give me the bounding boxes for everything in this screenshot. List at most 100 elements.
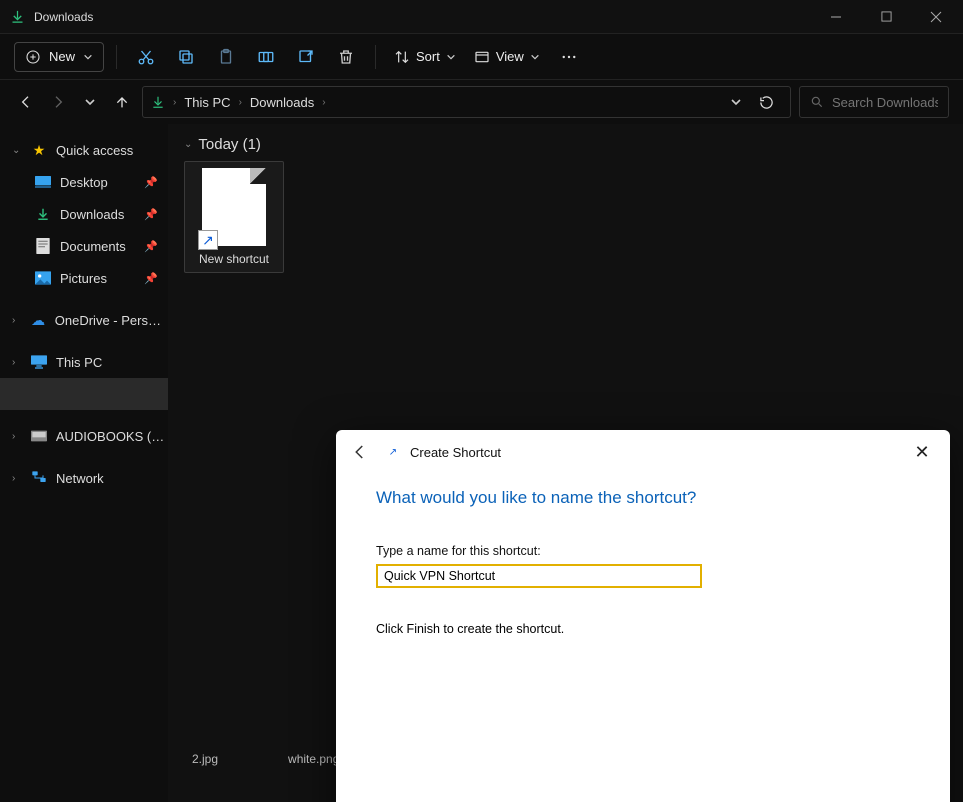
chevron-down-icon [446,52,456,62]
file-name: New shortcut [199,252,269,266]
pin-icon: 📌 [144,208,158,221]
shortcut-icon: ↗ [386,445,400,459]
search-box[interactable] [799,86,949,118]
chevron-right-icon: › [12,357,26,368]
sidebar-item-pictures[interactable]: Pictures 📌 [0,262,168,294]
sidebar: ⌄ ★ Quick access Desktop 📌 Downloads 📌 D… [0,124,168,802]
shortcut-name-input[interactable] [376,564,702,588]
network-icon [30,469,48,487]
chevron-down-icon[interactable] [730,96,742,108]
sidebar-item-label: Downloads [60,207,124,222]
nav-row: › This PC › Downloads › [0,80,963,124]
cloud-icon: ☁ [29,311,46,329]
forward-button[interactable] [46,87,70,117]
sort-button[interactable]: Sort [388,45,462,69]
sidebar-group-label: Quick access [56,143,133,158]
view-label: View [496,49,524,64]
separator [375,45,376,69]
sidebar-group-thispc[interactable]: › This PC [0,346,168,378]
share-button[interactable] [289,40,323,74]
cut-button[interactable] [129,40,163,74]
breadcrumb-current[interactable]: Downloads [250,95,314,110]
dialog-titlebar: ↗ Create Shortcut ✕ [336,430,950,474]
pictures-icon [34,269,52,287]
sort-label: Sort [416,49,440,64]
window-controls [817,3,955,31]
monitor-icon [30,353,48,371]
pin-icon: 📌 [144,176,158,189]
chevron-down-icon: ⌄ [184,139,192,150]
sidebar-item-label: AUDIOBOOKS (D:) [56,429,168,444]
pin-icon: 📌 [144,272,158,285]
dialog-title: Create Shortcut [410,445,501,460]
view-button[interactable]: View [468,45,546,69]
download-icon [34,205,52,223]
sidebar-item-label: Documents [60,239,126,254]
back-button[interactable] [14,87,38,117]
breadcrumb-root[interactable]: This PC [184,95,230,110]
sidebar-item-label: Pictures [60,271,107,286]
sort-icon [394,49,410,65]
address-bar[interactable]: › This PC › Downloads › [142,86,791,118]
copy-button[interactable] [169,40,203,74]
download-icon [151,95,165,109]
window-title: Downloads [34,10,817,24]
pin-icon: 📌 [144,240,158,253]
more-button[interactable] [552,40,586,74]
drive-icon [30,427,48,445]
chevron-down-icon [83,52,93,62]
documents-icon [34,237,52,255]
sidebar-item-label: Desktop [60,175,108,190]
sidebar-item-documents[interactable]: Documents 📌 [0,230,168,262]
search-input[interactable] [832,95,938,110]
chevron-right-icon: › [239,97,242,108]
chevron-right-icon: › [322,97,325,108]
new-button-label: New [49,49,75,64]
minimize-button[interactable] [817,3,855,31]
sidebar-group-quickaccess[interactable]: ⌄ ★ Quick access [0,134,168,166]
chevron-right-icon: › [12,473,26,484]
sidebar-group-onedrive[interactable]: › ☁ OneDrive - Personal [0,304,168,336]
paste-button[interactable] [209,40,243,74]
content-pane: ⌄ Today (1) ↗ New shortcut 2.jpg white.p… [168,124,963,802]
chevron-right-icon: › [173,97,176,108]
dialog-field-label: Type a name for this shortcut: [376,544,910,558]
toolbar: New Sort View [0,34,963,80]
dialog-back-button[interactable] [348,440,372,464]
maximize-button[interactable] [867,3,905,31]
group-header-today[interactable]: ⌄ Today (1) [184,136,947,153]
sidebar-group-audiobooks[interactable]: › AUDIOBOOKS (D:) [0,420,168,452]
desktop-icon [34,173,52,191]
file-thumbnail: ↗ [202,168,266,246]
search-icon [810,95,824,109]
file-label: white.png [288,752,339,766]
page-fold-icon [250,168,266,184]
download-icon [8,8,26,26]
chevron-right-icon: › [12,431,26,442]
sidebar-item-thispc-highlight [0,378,168,410]
star-icon: ★ [30,141,48,159]
refresh-button[interactable] [750,95,782,110]
file-tile-shortcut[interactable]: ↗ New shortcut [184,161,284,273]
sidebar-item-downloads[interactable]: Downloads 📌 [0,198,168,230]
chevron-down-icon: ⌄ [12,145,26,156]
sidebar-item-desktop[interactable]: Desktop 📌 [0,166,168,198]
new-button[interactable]: New [14,42,104,72]
sidebar-group-network[interactable]: › Network [0,462,168,494]
chevron-down-icon [530,52,540,62]
view-icon [474,49,490,65]
dialog-hint: Click Finish to create the shortcut. [376,622,910,636]
file-label: 2.jpg [192,752,218,766]
sidebar-item-label: Network [56,471,104,486]
group-label: Today (1) [198,136,261,153]
title-bar: Downloads [0,0,963,34]
recent-locations-button[interactable] [78,87,102,117]
sidebar-item-label: OneDrive - Personal [55,313,168,328]
up-button[interactable] [110,87,134,117]
rename-button[interactable] [249,40,283,74]
delete-button[interactable] [329,40,363,74]
separator [116,45,117,69]
dialog-close-button[interactable]: ✕ [906,436,938,468]
sidebar-item-label: This PC [56,355,102,370]
close-button[interactable] [917,3,955,31]
